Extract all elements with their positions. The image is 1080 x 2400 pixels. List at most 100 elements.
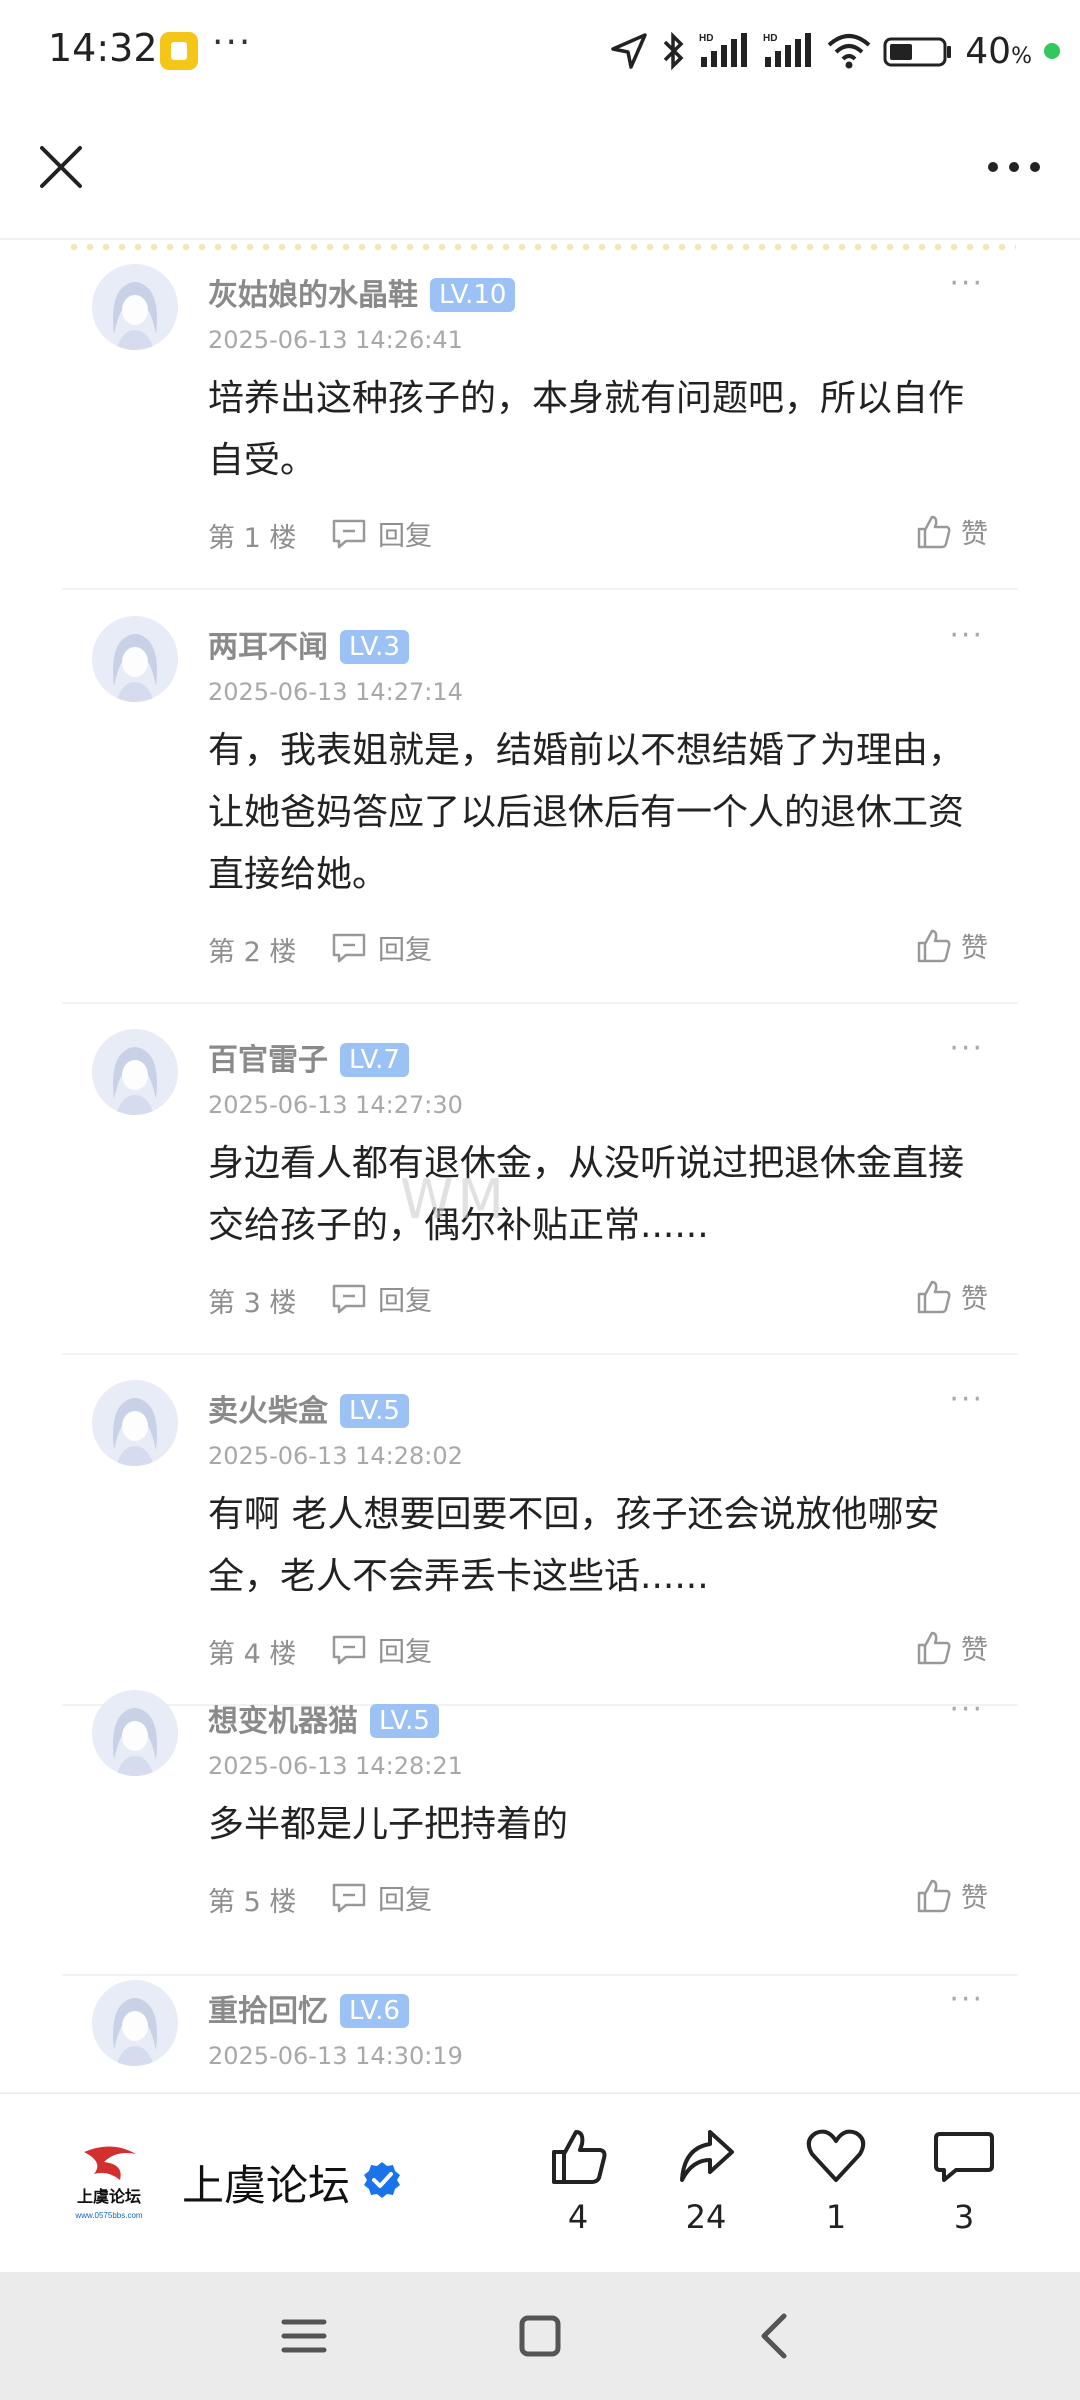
system-nav-bar bbox=[0, 2272, 1080, 2400]
thumbs-up-icon bbox=[552, 2130, 607, 2184]
avatar[interactable] bbox=[92, 1029, 178, 1115]
floor-number: 第 1 楼 bbox=[208, 523, 297, 554]
svg-text:上虞论坛: 上虞论坛 bbox=[77, 2187, 141, 2206]
thumbs-up-icon bbox=[917, 929, 951, 962]
comment-text: 身边看人都有退休金，从没听说过把退休金直接交给孩子的，偶尔补贴正常...... bbox=[208, 1143, 965, 1246]
comment-time: 2025-06-13 14:28:02 bbox=[208, 1442, 463, 1470]
comment-author[interactable]: 百官雷子 LV.7 bbox=[208, 1035, 409, 1079]
comment-item: 想变机器猫 LV.5 ··· 2025-06-13 14:28:21 多半都是儿子把持着… bbox=[0, 1688, 1080, 1980]
battery-level: 40% bbox=[965, 30, 1032, 72]
thumbs-up-icon bbox=[917, 515, 951, 548]
level-badge: LV.3 bbox=[340, 630, 409, 664]
comment-text: 有啊 老人想要回要不回，孩子还会说放他哪安全，老人不会弄丢卡这些话...... bbox=[208, 1494, 940, 1597]
back-nav-icon[interactable] bbox=[746, 2308, 806, 2364]
comment-author[interactable]: 重拾回忆 LV.6 bbox=[208, 1986, 409, 2030]
comment-item: 两耳不闻 LV.3 ··· 2025-06-13 14:27:14 有，我表姐就是，结婚… bbox=[0, 614, 1080, 1008]
share-count: 24 bbox=[685, 2198, 727, 2236]
verified-badge-icon bbox=[364, 2162, 400, 2198]
level-badge: LV.7 bbox=[340, 1043, 409, 1077]
comment-post-button[interactable]: 3 bbox=[914, 2124, 1014, 2236]
reply-button[interactable]: 回复 bbox=[330, 1878, 432, 1917]
thumbs-up-icon bbox=[917, 1280, 951, 1313]
comment-count: 3 bbox=[953, 2198, 975, 2236]
comment-time: 2025-06-13 14:26:41 bbox=[208, 326, 463, 354]
battery-icon bbox=[883, 37, 952, 67]
signal-icon: HD bbox=[699, 33, 748, 67]
svg-text:HD: HD bbox=[763, 33, 777, 44]
comment-text: 有，我表姐就是，结婚前以不想结婚了为理由，让她爸妈答应了以后退休后有一个人的退休… bbox=[208, 730, 965, 895]
reply-button[interactable]: 回复 bbox=[330, 1630, 432, 1669]
watermark: WM bbox=[400, 1168, 508, 1231]
reply-icon bbox=[332, 1284, 366, 1313]
floor-number: 第 5 楼 bbox=[208, 1887, 297, 1918]
forum-logo[interactable]: 上虞论坛 www.0575bbs.com bbox=[64, 2140, 154, 2226]
avatar[interactable] bbox=[92, 264, 178, 350]
home-nav-icon[interactable] bbox=[510, 2308, 570, 2364]
comment-item: 卖火柴盒 LV.5 ··· 2025-06-13 14:28:02 有啊 老人想要回要不… bbox=[0, 1378, 1080, 1710]
comment-item: 百官雷子 LV.7 ··· 2025-06-13 14:27:30 身边看人都有退休金，… bbox=[0, 1027, 1080, 1359]
status-bar: 14:32 ··· HD HD 40% bbox=[0, 0, 1080, 100]
forum-name[interactable]: 上虞论坛 bbox=[182, 2152, 350, 2213]
comment-divider bbox=[62, 1002, 1018, 1004]
comment-more-icon[interactable]: ··· bbox=[949, 266, 984, 301]
more-notifications-icon: ··· bbox=[212, 22, 253, 63]
like-comment-button[interactable]: 赞 bbox=[915, 512, 988, 551]
comment-author[interactable]: 两耳不闻 LV.3 bbox=[208, 622, 409, 666]
svg-text:HD: HD bbox=[699, 33, 713, 44]
avatar[interactable] bbox=[92, 1380, 178, 1466]
thumbs-up-icon bbox=[917, 1879, 951, 1912]
close-icon[interactable] bbox=[36, 142, 86, 192]
avatar[interactable] bbox=[92, 1980, 178, 2066]
comment-author[interactable]: 想变机器猫 LV.5 bbox=[208, 1696, 439, 1740]
comment-time: 2025-06-13 14:30:19 bbox=[208, 2042, 463, 2070]
comment-item: 灰姑娘的水晶鞋 LV.10 ··· 2025-06-13 14:26:41 培养出这种孩… bbox=[0, 262, 1080, 594]
level-badge: LV.5 bbox=[370, 1704, 439, 1738]
reply-button[interactable]: 回复 bbox=[330, 514, 432, 553]
like-post-button[interactable]: 4 bbox=[528, 2124, 628, 2236]
comment-author[interactable]: 卖火柴盒 LV.5 bbox=[208, 1386, 409, 1430]
bluetooth-icon bbox=[664, 31, 684, 71]
menu-nav-icon[interactable] bbox=[274, 2308, 334, 2364]
comment-more-icon[interactable]: ··· bbox=[949, 1382, 984, 1417]
share-icon bbox=[680, 2130, 734, 2182]
like-comment-button[interactable]: 赞 bbox=[915, 1628, 988, 1667]
like-comment-button[interactable]: 赞 bbox=[915, 1277, 988, 1316]
heart-icon bbox=[806, 2129, 866, 2182]
level-badge: LV.10 bbox=[430, 278, 516, 312]
comment-more-icon[interactable]: ··· bbox=[949, 1031, 984, 1066]
comment-text: 多半都是儿子把持着的 bbox=[208, 1804, 569, 1845]
comment-time: 2025-06-13 14:28:21 bbox=[208, 1752, 463, 1780]
floor-number: 第 2 楼 bbox=[208, 937, 297, 968]
comment-more-icon[interactable]: ··· bbox=[949, 1982, 984, 2017]
comment-author[interactable]: 灰姑娘的水晶鞋 LV.10 bbox=[208, 270, 516, 314]
reply-button[interactable]: 回复 bbox=[330, 928, 432, 967]
comment-more-icon[interactable]: ··· bbox=[949, 1692, 984, 1727]
reply-icon bbox=[332, 933, 366, 962]
comment-more-icon[interactable]: ··· bbox=[949, 618, 984, 653]
share-post-button[interactable]: 24 bbox=[656, 2124, 756, 2236]
status-dot bbox=[1044, 43, 1060, 59]
more-options-icon[interactable] bbox=[984, 152, 1044, 182]
decorative-divider bbox=[66, 242, 1016, 252]
comment-icon bbox=[934, 2132, 994, 2182]
avatar[interactable] bbox=[92, 616, 178, 702]
avatar[interactable] bbox=[92, 1690, 178, 1776]
favorite-post-button[interactable]: 1 bbox=[786, 2124, 886, 2236]
like-comment-button[interactable]: 赞 bbox=[915, 926, 988, 965]
favorite-count: 1 bbox=[825, 2198, 847, 2236]
level-badge: LV.5 bbox=[340, 1394, 409, 1428]
reply-icon bbox=[332, 1883, 366, 1912]
location-icon bbox=[611, 33, 648, 69]
comment-divider bbox=[62, 1974, 1018, 1976]
signal-2-icon: HD bbox=[763, 33, 812, 67]
level-badge: LV.6 bbox=[340, 1994, 409, 2028]
svg-text:www.0575bbs.com: www.0575bbs.com bbox=[74, 2211, 142, 2220]
like-count: 4 bbox=[567, 2198, 589, 2236]
wifi-icon bbox=[827, 34, 871, 69]
reply-icon bbox=[332, 519, 366, 548]
reply-button[interactable]: 回复 bbox=[330, 1279, 432, 1318]
comment-divider bbox=[62, 588, 1018, 590]
like-comment-button[interactable]: 赞 bbox=[915, 1876, 988, 1915]
status-time: 14:32 bbox=[48, 26, 158, 70]
floor-number: 第 3 楼 bbox=[208, 1288, 297, 1319]
